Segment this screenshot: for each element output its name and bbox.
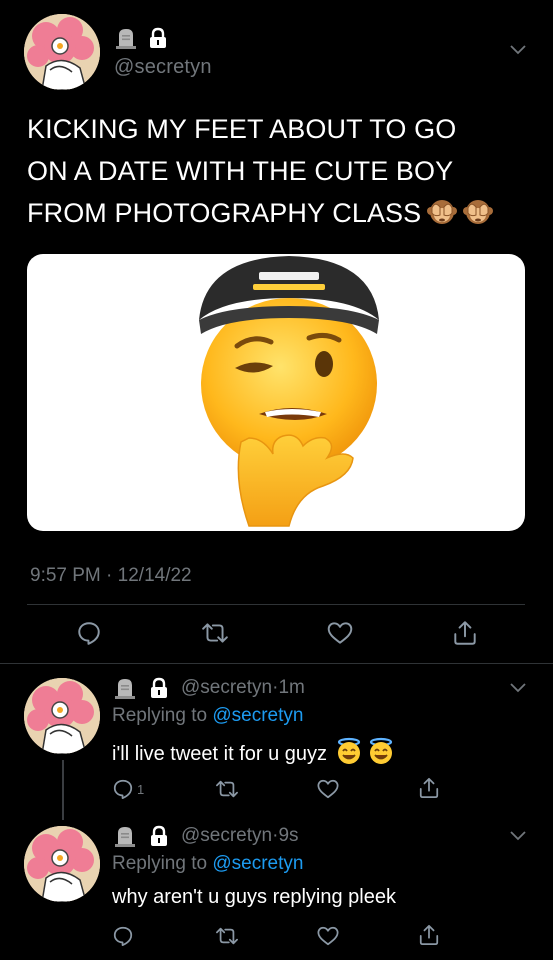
display-name-icons: @secretyn·1m bbox=[113, 676, 305, 700]
share-icon[interactable] bbox=[418, 923, 440, 947]
author-handle[interactable]: @secretyn bbox=[181, 677, 272, 698]
timestamp-separator: · bbox=[106, 565, 113, 586]
retweet-icon[interactable] bbox=[201, 620, 229, 646]
like-icon[interactable] bbox=[316, 925, 340, 947]
divider bbox=[27, 604, 525, 605]
replying-to-label: Replying to bbox=[112, 705, 208, 726]
tweet-timestamp[interactable]: 9:57 PM · 12/14/22 bbox=[30, 565, 192, 587]
replying-to-line: Replying to @secretyn bbox=[112, 705, 303, 727]
like-icon[interactable] bbox=[316, 778, 340, 800]
avatar[interactable] bbox=[24, 14, 100, 90]
tombstone-icon bbox=[113, 676, 137, 700]
smiling-face-with-halo-icon bbox=[367, 737, 395, 765]
chevron-down-icon[interactable] bbox=[509, 830, 527, 842]
replying-to-handle[interactable]: @secretyn bbox=[212, 705, 303, 726]
like-icon[interactable] bbox=[326, 620, 354, 646]
reply-body: why aren't u guys replying pleek bbox=[112, 886, 396, 909]
reply-meta: @secretyn·9s bbox=[181, 825, 299, 847]
chevron-down-icon[interactable] bbox=[509, 44, 527, 56]
smiling-face-with-halo-icon bbox=[335, 737, 363, 765]
reply-icon[interactable] bbox=[112, 925, 134, 947]
lock-icon bbox=[149, 825, 169, 847]
tweet-body: KICKING MY FEET ABOUT TO GO ON A DATE WI… bbox=[27, 108, 537, 234]
avatar[interactable] bbox=[24, 678, 100, 754]
author-handle[interactable]: @secretyn bbox=[114, 56, 212, 79]
replying-to-label: Replying to bbox=[112, 853, 208, 874]
divider bbox=[0, 663, 553, 664]
reply-meta: @secretyn·1m bbox=[181, 677, 305, 699]
reply-text: i'll live tweet it for u guyz bbox=[112, 743, 328, 765]
avatar-art-icon bbox=[24, 826, 100, 902]
thread-connector-line bbox=[62, 760, 64, 820]
avatar-art-icon bbox=[24, 14, 100, 90]
lock-icon bbox=[149, 677, 169, 699]
see-no-evil-monkey-icon bbox=[427, 197, 458, 227]
reply-body: i'll live tweet it for u guyz bbox=[112, 737, 395, 766]
tweet-text: KICKING MY FEET ABOUT TO GO ON A DATE WI… bbox=[27, 114, 457, 228]
retweet-icon[interactable] bbox=[215, 778, 239, 800]
reply-icon[interactable] bbox=[76, 620, 102, 646]
reply-icon[interactable]: 1 bbox=[112, 778, 144, 800]
tweet-date: 12/14/22 bbox=[117, 565, 192, 586]
display-name-icons: @secretyn·9s bbox=[113, 824, 299, 848]
tweet-time: 9:57 PM bbox=[30, 565, 101, 586]
tweet-media-card[interactable] bbox=[27, 254, 525, 531]
avatar[interactable] bbox=[24, 826, 100, 902]
avatar-art-icon bbox=[24, 678, 100, 754]
replying-to-line: Replying to @secretyn bbox=[112, 853, 303, 875]
chevron-down-icon[interactable] bbox=[509, 682, 527, 694]
display-name-icons bbox=[114, 26, 168, 50]
reply-count: 1 bbox=[137, 781, 145, 797]
retweet-icon[interactable] bbox=[215, 925, 239, 947]
tombstone-icon bbox=[114, 26, 138, 50]
reply-age[interactable]: 9s bbox=[278, 825, 298, 846]
share-icon[interactable] bbox=[452, 619, 478, 647]
tombstone-icon bbox=[113, 824, 137, 848]
reply-age[interactable]: 1m bbox=[278, 677, 304, 698]
smirking-face-with-cap-emoji-icon bbox=[199, 256, 379, 527]
see-no-evil-monkey-icon bbox=[463, 197, 494, 227]
replying-to-handle[interactable]: @secretyn bbox=[212, 853, 303, 874]
share-icon[interactable] bbox=[418, 776, 440, 800]
author-handle[interactable]: @secretyn bbox=[181, 825, 272, 846]
reply-text: why aren't u guys replying pleek bbox=[112, 886, 396, 908]
lock-icon bbox=[148, 27, 168, 49]
